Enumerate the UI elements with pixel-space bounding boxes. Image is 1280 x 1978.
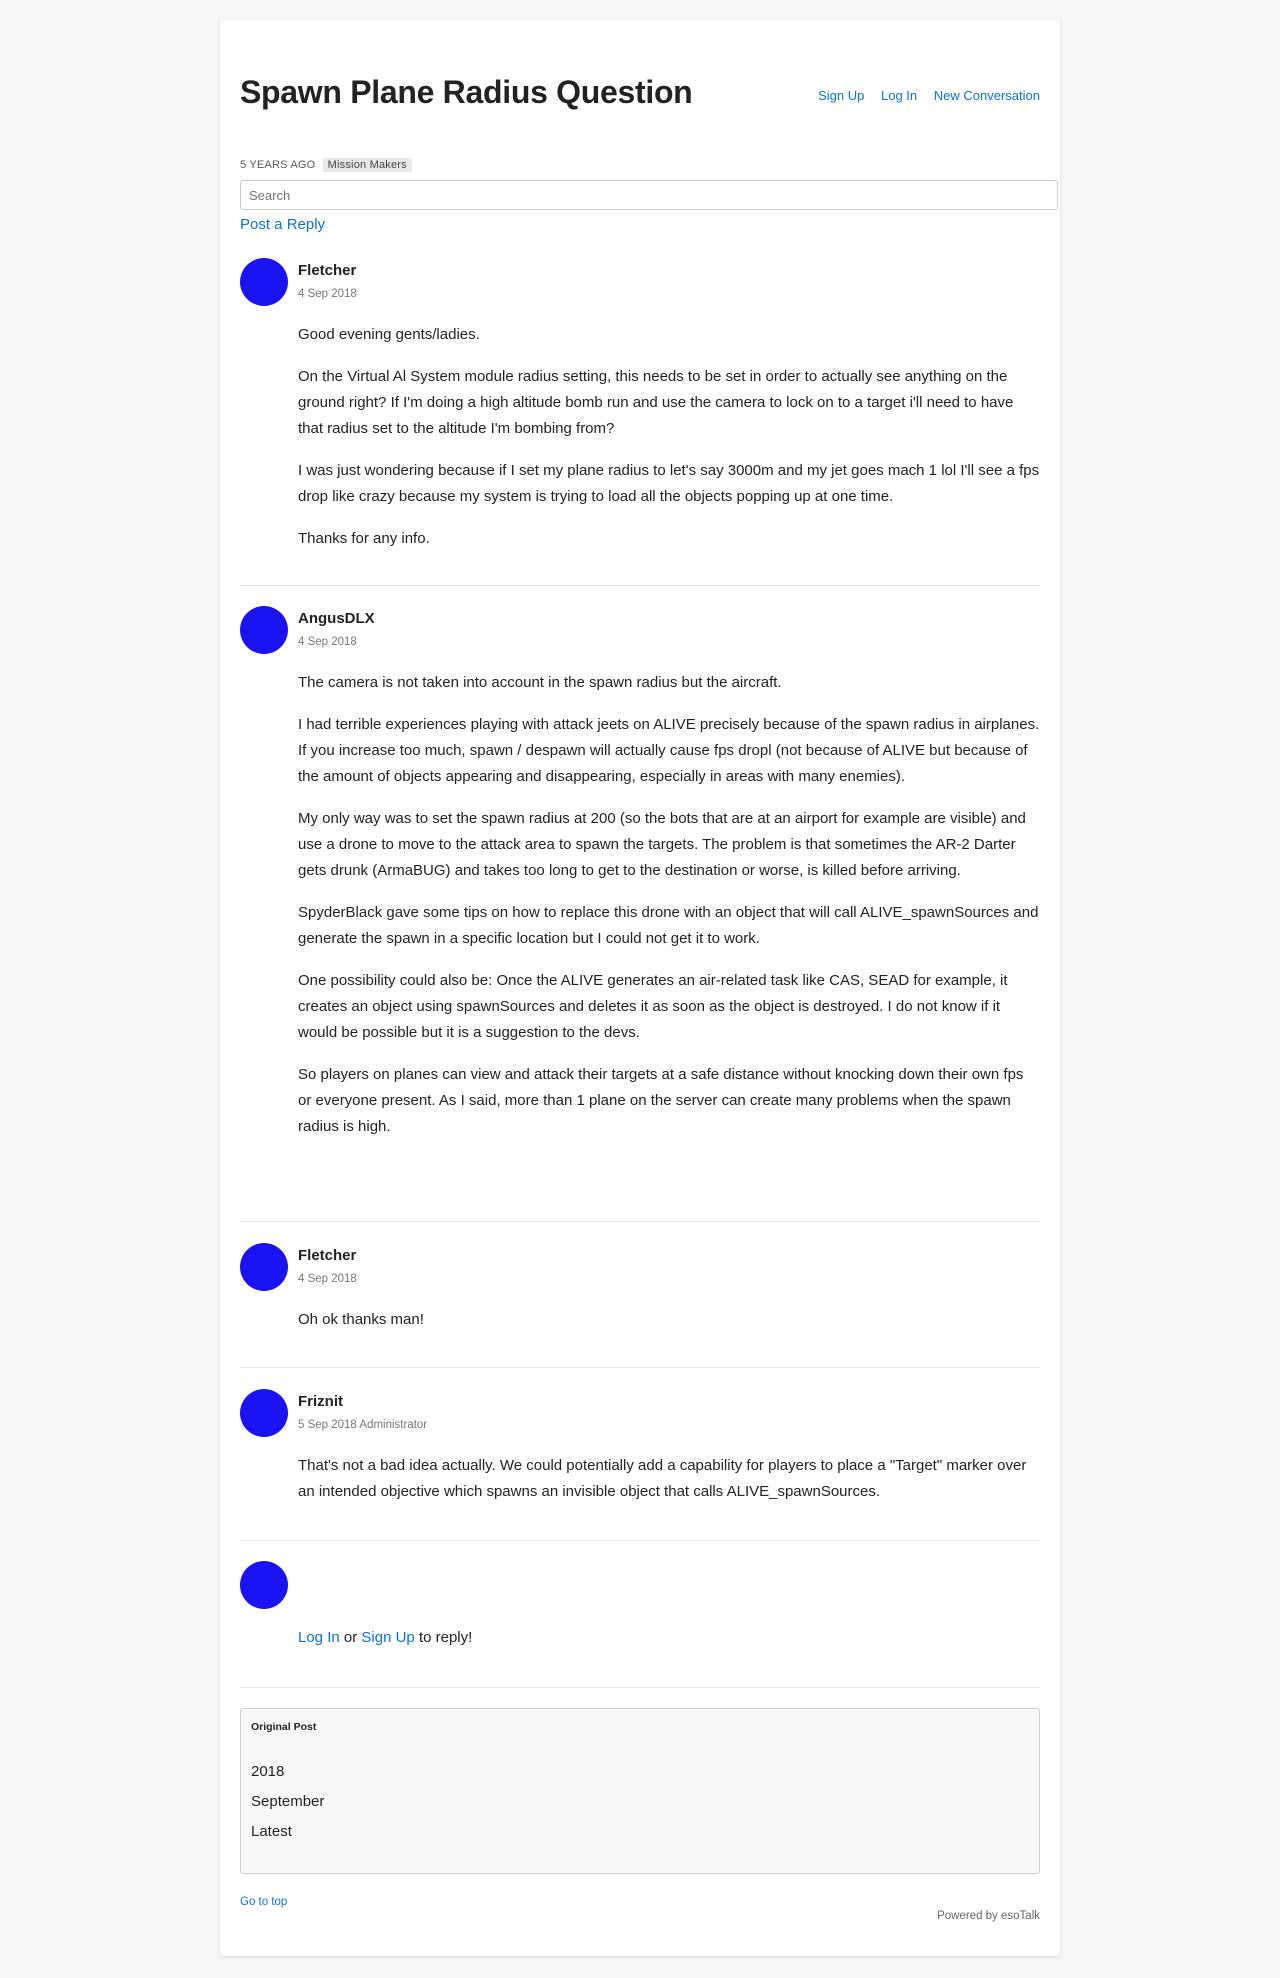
powered-by-text: Powered by esoTalk [937, 1910, 1040, 1922]
new-conversation-link[interactable]: New Conversation [934, 88, 1040, 103]
post-paragraph: The camera is not taken into account in … [298, 674, 782, 691]
post-date: 4 Sep 2018 [298, 1273, 357, 1285]
avatar[interactable] [240, 258, 288, 306]
timeline-scrubber: Original Post 2018 September Latest [240, 1708, 1040, 1874]
scrubber-item-month[interactable]: September [251, 1793, 324, 1810]
conversation-card: Spawn Plane Radius Question Sign Up Log … [220, 20, 1060, 1956]
post-paragraph: SpyderBlack gave some tips on how to rep… [298, 904, 1039, 947]
avatar[interactable] [240, 1389, 288, 1437]
post-body: That's not a bad idea actually. We could… [298, 1453, 1040, 1521]
go-to-top-link[interactable]: Go to top [240, 1896, 287, 1908]
header-nav: Sign Up Log In New Conversation [805, 88, 1040, 103]
post-paragraph: So players on planes can view and attack… [298, 1066, 1024, 1135]
post-paragraph: I was just wondering because if I set my… [298, 462, 1040, 505]
post-author[interactable]: Fletcher [298, 262, 356, 279]
search-input[interactable] [240, 180, 1058, 210]
post-paragraph: Thanks for any info. [298, 530, 430, 547]
avatar[interactable] [240, 1243, 288, 1291]
post-date: 5 Sep 2018 Administrator [298, 1419, 428, 1431]
post-divider [240, 1687, 1040, 1688]
conversation-age: 5 years ago [240, 159, 316, 171]
post-author[interactable]: Friznit [298, 1393, 343, 1410]
reply-log-in-link[interactable]: Log In [298, 1629, 340, 1646]
post-author[interactable]: AngusDLX [298, 610, 375, 627]
reply-or-text: or [343, 1629, 358, 1646]
post-paragraph: That's not a bad idea actually. We could… [298, 1457, 1027, 1500]
post-paragraph: On the Virtual Al System module radius s… [298, 368, 1014, 437]
scrubber-original-post[interactable]: Original Post [251, 1721, 316, 1733]
scrubber-item-year[interactable]: 2018 [251, 1763, 284, 1780]
log-in-link[interactable]: Log In [881, 88, 917, 103]
post-date: 4 Sep 2018 [298, 288, 357, 300]
post-body: Oh ok thanks man! [298, 1307, 1040, 1349]
post-paragraph: My only way was to set the spawn radius … [298, 810, 1026, 879]
avatar [240, 1561, 288, 1609]
conversation-meta: 5 years ago Mission Makers [240, 158, 412, 172]
sign-up-link[interactable]: Sign Up [818, 88, 864, 103]
reply-sign-up-link[interactable]: Sign Up [361, 1629, 414, 1646]
scrubber-item-latest[interactable]: Latest [251, 1823, 292, 1840]
post-divider [240, 1221, 1040, 1222]
avatar[interactable] [240, 606, 288, 654]
post-body: Good evening gents/ladies. On the Virtua… [298, 322, 1040, 568]
post-paragraph: I had terrible experiences playing with … [298, 716, 1040, 785]
post-paragraph: One possibility could also be: Once the … [298, 972, 1008, 1041]
post-date: 4 Sep 2018 [298, 636, 357, 648]
post-divider [240, 585, 1040, 586]
post-divider [240, 1540, 1040, 1541]
post-paragraph: Oh ok thanks man! [298, 1311, 424, 1328]
post-author[interactable]: Fletcher [298, 1247, 356, 1264]
post-paragraph: Good evening gents/ladies. [298, 326, 480, 343]
post-reply-link[interactable]: Post a Reply [240, 216, 325, 233]
reply-prompt: Log In or Sign Up to reply! [298, 1625, 1040, 1651]
post-body: The camera is not taken into account in … [298, 670, 1040, 1156]
channel-badge[interactable]: Mission Makers [322, 158, 412, 172]
page-header: Spawn Plane Radius Question Sign Up Log … [240, 70, 1040, 120]
post-divider [240, 1367, 1040, 1368]
page-title: Spawn Plane Radius Question [240, 74, 693, 110]
reply-suffix-text: to reply! [418, 1629, 473, 1646]
